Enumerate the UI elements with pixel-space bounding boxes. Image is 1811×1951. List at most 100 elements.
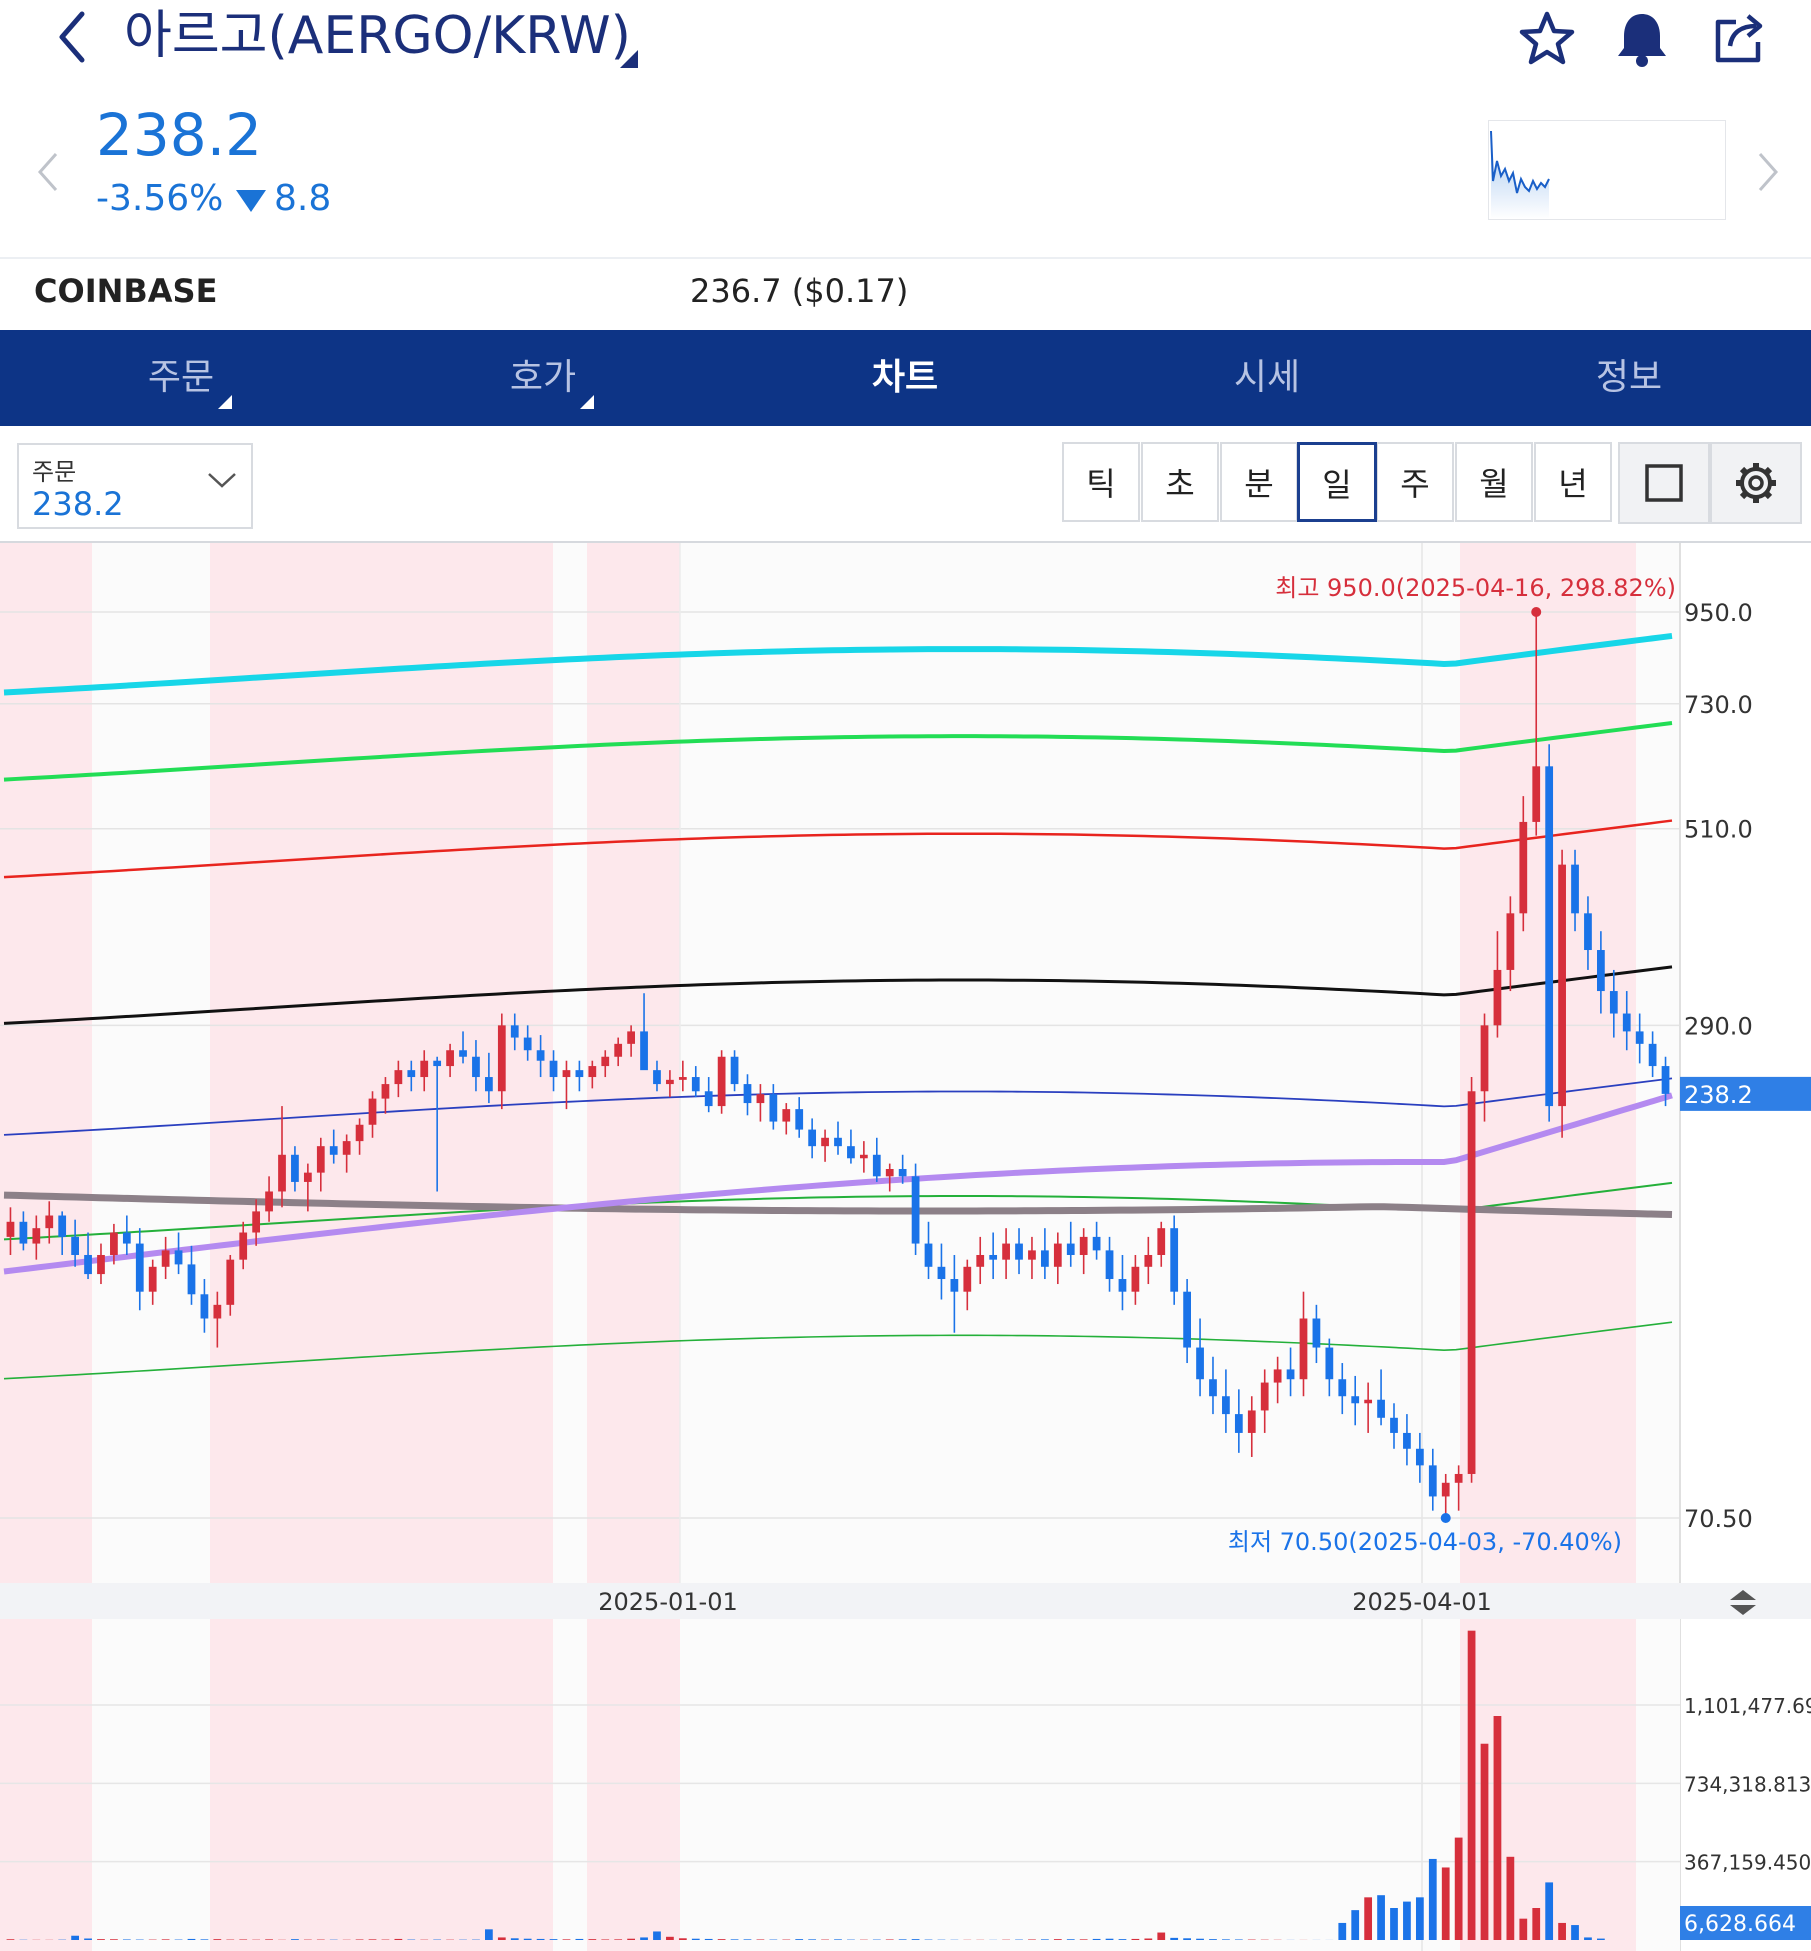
candle-body bbox=[743, 1084, 752, 1104]
period-month[interactable]: 월 bbox=[1455, 442, 1533, 522]
alert-button[interactable] bbox=[1610, 6, 1674, 70]
mini-price-chart bbox=[1488, 120, 1726, 220]
tab-orderbook[interactable]: 호가 bbox=[362, 330, 724, 426]
volume-bar bbox=[1441, 1867, 1450, 1940]
chevron-right-icon bbox=[1758, 153, 1779, 191]
candle-body bbox=[795, 1109, 804, 1130]
candle-body bbox=[627, 1031, 635, 1044]
candle-body bbox=[1648, 1043, 1657, 1067]
candle-body bbox=[239, 1232, 248, 1260]
back-button[interactable] bbox=[44, 2, 104, 72]
candle-body bbox=[536, 1050, 545, 1061]
volume-bar bbox=[1066, 1939, 1075, 1940]
period-minute[interactable]: 분 bbox=[1220, 442, 1298, 522]
y-tick-label: 510.0 bbox=[1684, 816, 1753, 844]
candle-body bbox=[1338, 1379, 1347, 1397]
low-annotation: 최저 70.50(2025-04-03, -70.40%) bbox=[1228, 1528, 1622, 1556]
volume-bar bbox=[485, 1929, 493, 1940]
share-button[interactable] bbox=[1706, 6, 1770, 70]
candle-body bbox=[368, 1098, 377, 1125]
candle-body bbox=[1558, 864, 1566, 1107]
y-tick-label: 950.0 bbox=[1684, 599, 1753, 627]
favorite-button[interactable] bbox=[1515, 6, 1579, 70]
candle-body bbox=[601, 1056, 610, 1067]
page-title[interactable]: 아르고(AERGO/KRW) bbox=[124, 0, 631, 72]
candle-body bbox=[58, 1215, 67, 1237]
period-year[interactable]: 년 bbox=[1534, 442, 1612, 522]
candle-body bbox=[19, 1221, 28, 1244]
shade-band bbox=[0, 543, 92, 1583]
tab-order[interactable]: 주문 bbox=[0, 330, 362, 426]
high-annotation: 최고 950.0(2025-04-16, 298.82%) bbox=[1275, 574, 1676, 602]
candle-body bbox=[562, 1070, 571, 1078]
change-percent: -3.56% bbox=[96, 178, 224, 219]
candle-body bbox=[485, 1077, 493, 1092]
candle-body bbox=[1092, 1236, 1101, 1251]
volume-bar bbox=[653, 1931, 661, 1940]
price-chart[interactable]: 최고 950.0(2025-04-16, 298.82%) 최저 70.50(20… bbox=[0, 543, 1811, 1951]
volume-bar bbox=[1222, 1939, 1230, 1940]
period-day[interactable]: 일 bbox=[1297, 442, 1377, 522]
candle-body bbox=[1247, 1410, 1256, 1433]
candle-body bbox=[1260, 1382, 1269, 1411]
volume-bar bbox=[355, 1939, 364, 1940]
candle-body bbox=[1041, 1250, 1049, 1267]
candle-body bbox=[1635, 1031, 1644, 1044]
candle-body bbox=[1377, 1399, 1385, 1418]
candle-body bbox=[265, 1191, 273, 1212]
title-dropdown-caret[interactable] bbox=[620, 50, 638, 68]
volume-bar bbox=[1170, 1937, 1179, 1940]
next-coin-button[interactable] bbox=[1752, 148, 1782, 200]
chevron-left-icon bbox=[37, 153, 58, 191]
volume-bar bbox=[678, 1938, 687, 1940]
candle-body bbox=[950, 1279, 959, 1292]
candle-body bbox=[1364, 1399, 1373, 1404]
candle-body bbox=[1506, 913, 1515, 970]
tab-quotes[interactable]: 시세 bbox=[1086, 330, 1448, 426]
candle-body bbox=[459, 1050, 467, 1057]
x-tick-label: 2025-01-01 bbox=[598, 1588, 737, 1616]
volume-bar bbox=[1041, 1939, 1049, 1940]
volume-bar bbox=[1403, 1901, 1411, 1940]
candle-body bbox=[588, 1066, 597, 1078]
candle-body bbox=[1454, 1473, 1463, 1483]
settings-button[interactable] bbox=[1710, 442, 1802, 524]
sparkline bbox=[1490, 130, 1550, 219]
volume-bar bbox=[213, 1939, 222, 1940]
candle-body bbox=[6, 1221, 15, 1237]
volume-bar bbox=[808, 1939, 817, 1940]
candle-body bbox=[226, 1259, 235, 1305]
volume-bar bbox=[161, 1939, 170, 1940]
period-tick[interactable]: 틱 bbox=[1062, 442, 1140, 522]
tab-chart[interactable]: 차트 bbox=[724, 330, 1086, 426]
volume-bar bbox=[1454, 1837, 1463, 1940]
tab-info[interactable]: 정보 bbox=[1448, 330, 1810, 426]
volume-tick-label: 734,318.813 bbox=[1684, 1772, 1811, 1796]
volume-bar bbox=[795, 1939, 804, 1940]
volume-bar bbox=[71, 1935, 79, 1940]
fullscreen-button[interactable] bbox=[1618, 442, 1710, 524]
candle-body bbox=[1467, 1091, 1476, 1474]
volume-bar bbox=[1390, 1908, 1398, 1940]
period-week[interactable]: 주 bbox=[1376, 442, 1454, 522]
candle-body bbox=[433, 1060, 442, 1067]
candle-body bbox=[1519, 821, 1528, 914]
candle-body bbox=[1286, 1369, 1295, 1380]
order-select-value: 238.2 bbox=[32, 485, 124, 523]
volume-bar bbox=[743, 1939, 752, 1940]
volume-bar bbox=[1118, 1939, 1127, 1940]
volume-bar bbox=[1506, 1856, 1515, 1940]
volume-bar bbox=[549, 1939, 558, 1940]
candle-body bbox=[1584, 913, 1592, 951]
candle-body bbox=[32, 1228, 41, 1244]
volume-bar bbox=[1079, 1939, 1088, 1940]
period-second[interactable]: 초 bbox=[1141, 442, 1219, 522]
volume-bar bbox=[691, 1938, 700, 1940]
candle-body bbox=[1222, 1396, 1230, 1415]
volume-bar bbox=[265, 1939, 273, 1940]
tab-order-caret bbox=[218, 395, 232, 409]
prev-coin-button[interactable] bbox=[34, 148, 64, 200]
volume-bar bbox=[6, 1939, 15, 1940]
volume-bar bbox=[1545, 1882, 1554, 1940]
exchange-price: 236.7 ($0.17) bbox=[690, 272, 909, 310]
